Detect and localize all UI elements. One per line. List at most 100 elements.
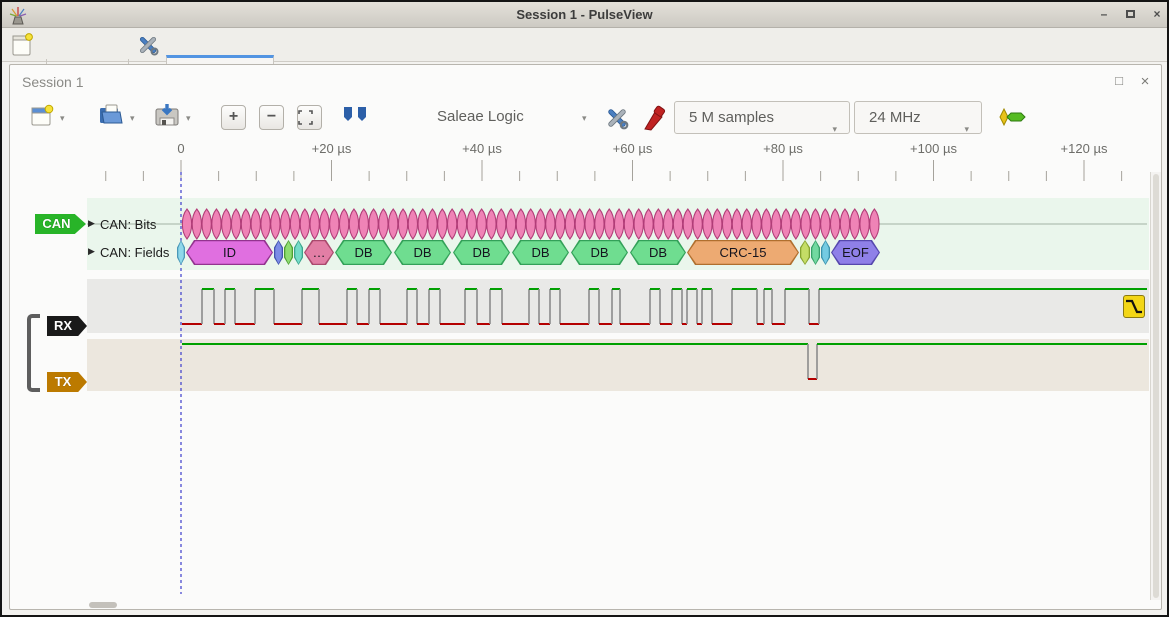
bit-annotation[interactable] — [359, 209, 368, 239]
bit-annotation[interactable] — [398, 209, 407, 239]
bit-annotation[interactable] — [241, 209, 250, 239]
bit-annotation[interactable] — [477, 209, 486, 239]
bit-annotation[interactable] — [212, 209, 221, 239]
bit-annotation[interactable] — [762, 209, 771, 239]
bit-annotation[interactable] — [487, 209, 496, 239]
bit-annotation[interactable] — [693, 209, 702, 239]
bit-annotation[interactable] — [536, 209, 545, 239]
bit-annotation[interactable] — [281, 209, 290, 239]
decode-field-fill — [812, 241, 818, 263]
bit-annotation[interactable] — [251, 209, 260, 239]
decode-field-db[interactable]: DB — [394, 240, 451, 265]
decode-field-fill — [178, 241, 183, 263]
bit-annotation[interactable] — [182, 209, 191, 239]
decode-field-db[interactable]: DB — [512, 240, 569, 265]
bit-annotation[interactable] — [379, 209, 388, 239]
bit-annotation[interactable] — [192, 209, 201, 239]
decode-field-label: DB — [590, 245, 608, 260]
bit-annotation[interactable] — [772, 209, 781, 239]
bit-annotation[interactable] — [526, 209, 535, 239]
decode-field-db[interactable]: DB — [335, 240, 392, 265]
bit-annotation[interactable] — [320, 209, 329, 239]
bit-annotation[interactable] — [585, 209, 594, 239]
bit-annotation[interactable] — [850, 209, 859, 239]
bit-annotation[interactable] — [369, 209, 378, 239]
bit-annotation[interactable] — [634, 209, 643, 239]
bit-annotation[interactable] — [290, 209, 299, 239]
decode-field-fill — [822, 241, 828, 263]
bit-annotation[interactable] — [418, 209, 427, 239]
bit-annotation[interactable] — [428, 209, 437, 239]
bit-annotation[interactable] — [870, 209, 879, 239]
decode-field-label: DB — [649, 245, 667, 260]
expander-can-fields[interactable]: ▶ — [88, 246, 95, 257]
channel-group-bracket[interactable] — [27, 314, 40, 392]
bit-annotation[interactable] — [732, 209, 741, 239]
bit-annotation[interactable] — [840, 209, 849, 239]
bit-annotation[interactable] — [781, 209, 790, 239]
bit-annotation[interactable] — [614, 209, 623, 239]
decode-field-label: EOF — [842, 245, 869, 260]
bit-annotation[interactable] — [231, 209, 240, 239]
bit-annotation[interactable] — [752, 209, 761, 239]
bit-annotation[interactable] — [300, 209, 309, 239]
bit-annotation[interactable] — [654, 209, 663, 239]
decode-field-fill — [295, 241, 301, 263]
bit-annotation[interactable] — [339, 209, 348, 239]
bit-annotation[interactable] — [575, 209, 584, 239]
bit-annotation[interactable] — [389, 209, 398, 239]
bit-annotation[interactable] — [595, 209, 604, 239]
decode-field-label: DB — [472, 245, 490, 260]
bit-annotation[interactable] — [565, 209, 574, 239]
decode-field-fill — [275, 241, 281, 263]
horizontal-scrollbar-handle[interactable] — [89, 602, 117, 608]
bit-annotation[interactable] — [821, 209, 830, 239]
decode-field-label: DB — [531, 245, 549, 260]
bit-annotation[interactable] — [713, 209, 722, 239]
bit-annotation[interactable] — [801, 209, 810, 239]
bit-annotation[interactable] — [506, 209, 515, 239]
bit-annotation[interactable] — [438, 209, 447, 239]
bit-annotation[interactable] — [349, 209, 358, 239]
decode-field-crc-15[interactable]: CRC-15 — [687, 240, 799, 265]
ruler-label: +20 µs — [312, 141, 352, 156]
decode-field-eof[interactable]: EOF — [831, 240, 880, 265]
bit-annotation[interactable] — [261, 209, 270, 239]
vertical-scrollbar-handle[interactable] — [1153, 174, 1159, 598]
bit-annotation[interactable] — [556, 209, 565, 239]
ruler-label: 0 — [177, 141, 184, 156]
bit-annotation[interactable] — [791, 209, 800, 239]
bit-annotation[interactable] — [605, 209, 614, 239]
trigger-marker[interactable] — [1123, 295, 1145, 318]
bit-annotation[interactable] — [310, 209, 319, 239]
decode-field-fill — [285, 241, 291, 263]
ruler-label: +80 µs — [763, 141, 803, 156]
bit-annotation[interactable] — [860, 209, 869, 239]
bit-annotation[interactable] — [457, 209, 466, 239]
bit-annotation[interactable] — [703, 209, 712, 239]
bit-annotation[interactable] — [516, 209, 525, 239]
bit-annotation[interactable] — [811, 209, 820, 239]
bit-annotation[interactable] — [271, 209, 280, 239]
bit-annotation[interactable] — [330, 209, 339, 239]
bit-annotation[interactable] — [683, 209, 692, 239]
bit-annotation[interactable] — [644, 209, 653, 239]
bit-annotation[interactable] — [467, 209, 476, 239]
decode-field-db[interactable]: DB — [571, 240, 628, 265]
bit-annotation[interactable] — [742, 209, 751, 239]
bit-annotation[interactable] — [222, 209, 231, 239]
decode-field-db[interactable]: DB — [453, 240, 510, 265]
bit-annotation[interactable] — [546, 209, 555, 239]
bit-annotation[interactable] — [830, 209, 839, 239]
bit-annotation[interactable] — [664, 209, 673, 239]
expander-can-bits[interactable]: ▶ — [88, 218, 95, 229]
bit-annotation[interactable] — [722, 209, 731, 239]
bit-annotation[interactable] — [447, 209, 456, 239]
decode-field-id[interactable]: ID — [186, 240, 273, 265]
decode-field-db[interactable]: DB — [630, 240, 686, 265]
bit-annotation[interactable] — [673, 209, 682, 239]
bit-annotation[interactable] — [497, 209, 506, 239]
bit-annotation[interactable] — [408, 209, 417, 239]
bit-annotation[interactable] — [202, 209, 211, 239]
bit-annotation[interactable] — [624, 209, 633, 239]
